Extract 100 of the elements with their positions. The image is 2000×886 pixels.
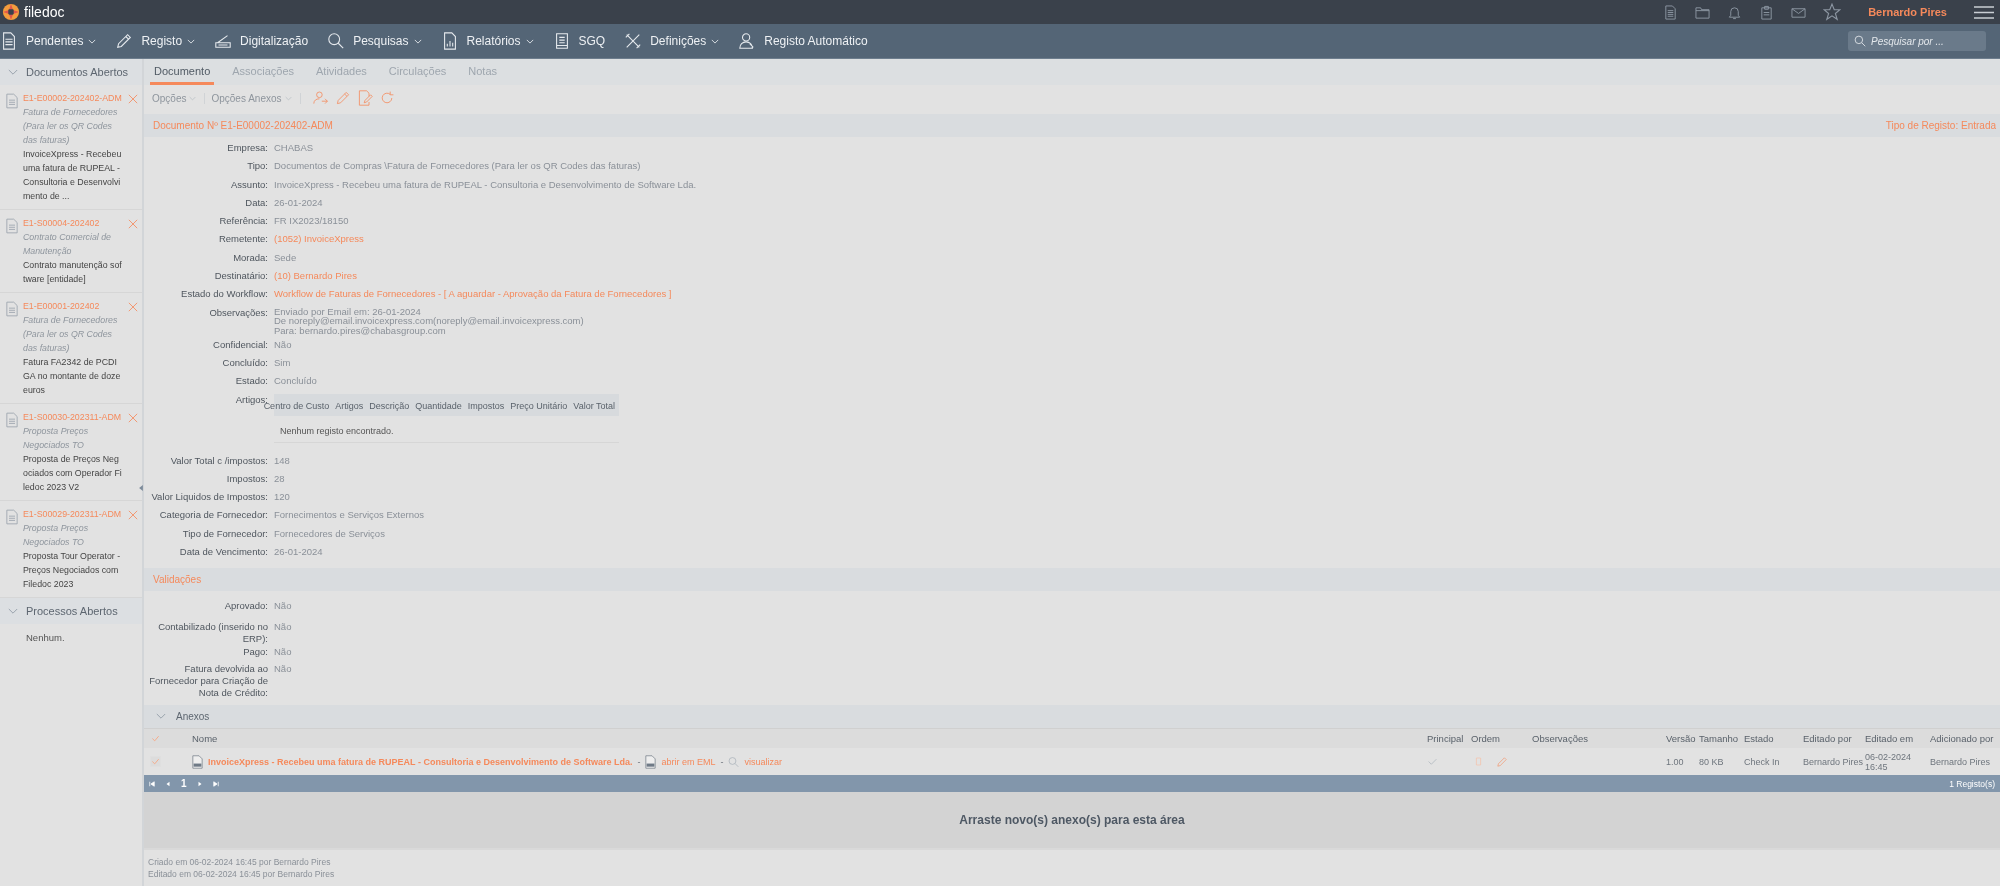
column-header: Preço Unitário [510,400,568,411]
options-menu[interactable]: Opções [152,92,206,104]
document-type: Proposta Preços Negociados TO [23,522,90,549]
column-header: Editado em [1865,733,1914,745]
folder-icon[interactable] [1695,4,1711,20]
close-icon[interactable] [128,302,138,312]
pencil-icon[interactable] [334,90,351,106]
close-icon[interactable] [128,510,138,520]
next-page-icon[interactable] [196,780,203,787]
drop-zone[interactable]: Arraste novo(s) anexo(s) para esta área [144,792,2000,850]
field-label: Empresa: [226,142,268,154]
clipboard-icon[interactable] [1759,4,1775,20]
document-code-link[interactable]: E1-E00001-202402 [23,299,123,313]
close-icon[interactable] [128,94,138,104]
close-icon[interactable] [128,219,138,229]
document-icon [6,301,18,317]
close-icon[interactable] [128,413,138,423]
document-code-link[interactable]: E1-S00004-202402 [23,216,123,230]
app-name: filedoc [24,4,65,20]
document-subject: InvoiceXpress - Recebeu uma fatura de RUPEAL - Consultoria e Desenvolvimento de ... [23,148,123,203]
column-header: Valor Total [573,400,615,411]
field-label: Destinatário: [213,270,268,283]
first-page-icon[interactable] [149,780,155,787]
open-eml-link[interactable]: abrir em EML [661,756,716,767]
document-subject: Contrato manutenção software [entidade] [23,259,123,286]
tab[interactable]: Atividades [312,65,371,85]
nav-menu-item[interactable]: Definições [624,32,720,50]
field-label: Data de Vencimento: [178,546,268,559]
field-link[interactable]: Workflow de Faturas de Fornecedores - [ A aguardar - Aprovação da Fatura de Fornecedores ] [274,288,672,301]
field-label: Artigos: [234,393,268,405]
field-link[interactable]: (10) Bernardo Pires [274,270,357,283]
user-name[interactable]: Bernardo Pires [1868,6,1947,18]
pencil-icon [115,32,134,50]
search-field[interactable]: Pesquisar por ... [1848,31,1986,51]
field-label: Contabilizado (inserido no ERP): [157,621,268,646]
audit-line: Criado em 06-02-2024 16:45 por Bernardo Pires [148,856,332,868]
attachments-header[interactable]: Anexos [144,705,2000,729]
document-icon[interactable] [1663,4,1679,20]
field-label: Referência: [218,215,268,228]
collapse-handle-icon[interactable] [139,485,143,491]
sidebar-section-header[interactable]: Documentos Abertos [0,59,142,85]
tab[interactable]: Associações [228,65,299,85]
order-icon[interactable] [1475,757,1482,767]
select-all-checkbox[interactable] [150,733,161,745]
menu-icon[interactable] [1974,4,1994,20]
previous-page-icon[interactable] [165,780,171,787]
column-header: Observações [1532,733,1588,745]
document-icon [6,218,18,234]
field-label: Tipo de Fornecedor: [181,527,268,540]
field-value: 26-01-2024 [274,546,323,559]
field-value: Fornecimentos e Serviços Externos [274,509,424,522]
document-subject: Proposta de Preços Negociados com Operador Filedoc 2023 V2 [23,453,123,494]
user-forward-icon[interactable] [312,90,329,106]
field-value: CHABAS [274,142,314,154]
document-code-link[interactable]: E1-E00002-202402-ADM [23,91,123,105]
nav-menu-item[interactable]: Registo Automático [738,32,868,50]
edit-document-icon[interactable] [356,90,373,106]
field-value: 28 [274,472,285,485]
field-label: Morada: [232,251,268,264]
nav-menu-item[interactable]: Pendentes [0,32,97,50]
field-label: Tipo: [246,160,268,173]
document-icon [6,412,18,428]
tab[interactable]: Notas [464,65,501,85]
nav-menu-item[interactable]: Registo [115,32,196,50]
empty-message: Nenhum. [25,631,66,643]
document-code-link[interactable]: E1-S00029-202311-ADM [23,507,123,521]
document-code-link[interactable]: E1-S00030-202311-ADM [23,410,123,424]
options-menu[interactable]: Opções Anexos [211,92,301,104]
nav-menu-item[interactable]: Pesquisas [327,32,422,50]
file-icon [645,754,657,769]
sidebar-section-header[interactable]: Processos Abertos [0,598,142,624]
field-label: Impostos: [225,472,268,485]
field-link[interactable]: (1052) InvoiceXpress [274,233,364,246]
separator: - [637,756,641,767]
file-icon [192,754,203,769]
document-title: Documento Nº E1-E00002-202402-ADM [153,120,333,131]
table-cell: Bernardo Pires [1803,756,1864,767]
nav-menu-item[interactable]: Digitalização [214,32,309,50]
document-type: Fatura de Fornecedores (Para ler os QR Codes das faturas) [23,106,119,147]
tab[interactable]: Circulações [384,65,451,85]
column-header: Artigos [335,400,364,411]
pencil-icon[interactable] [1496,755,1508,768]
bell-icon[interactable] [1727,4,1743,20]
row-checkbox[interactable] [150,756,161,768]
field-label: Assunto: [230,178,268,191]
field-value: FR IX2023/18150 [274,215,349,228]
star-icon[interactable] [1823,3,1842,21]
field-value: Não [274,600,292,613]
section-title: Validações [153,574,202,586]
register-type: Tipo de Registo: Entrada [1885,120,1996,131]
view-link[interactable]: visualizar [744,756,782,767]
page-number[interactable]: 1 [181,778,187,789]
field-value: Fornecedores de Serviços [274,527,385,540]
field-value: 148 [274,454,290,467]
table-cell: 80 KB [1699,756,1724,767]
attachment-name-link[interactable]: InvoiceXpress - Recebeu uma fatura de RUPEAL - Consultoria e Desenvolvimento de Software Lda. [208,756,633,767]
nav-menu-item[interactable]: Relatórios [440,32,534,50]
last-page-icon[interactable] [212,780,219,787]
nav-menu-item[interactable]: SGQ [552,32,606,50]
column-header: Nome [192,733,218,745]
